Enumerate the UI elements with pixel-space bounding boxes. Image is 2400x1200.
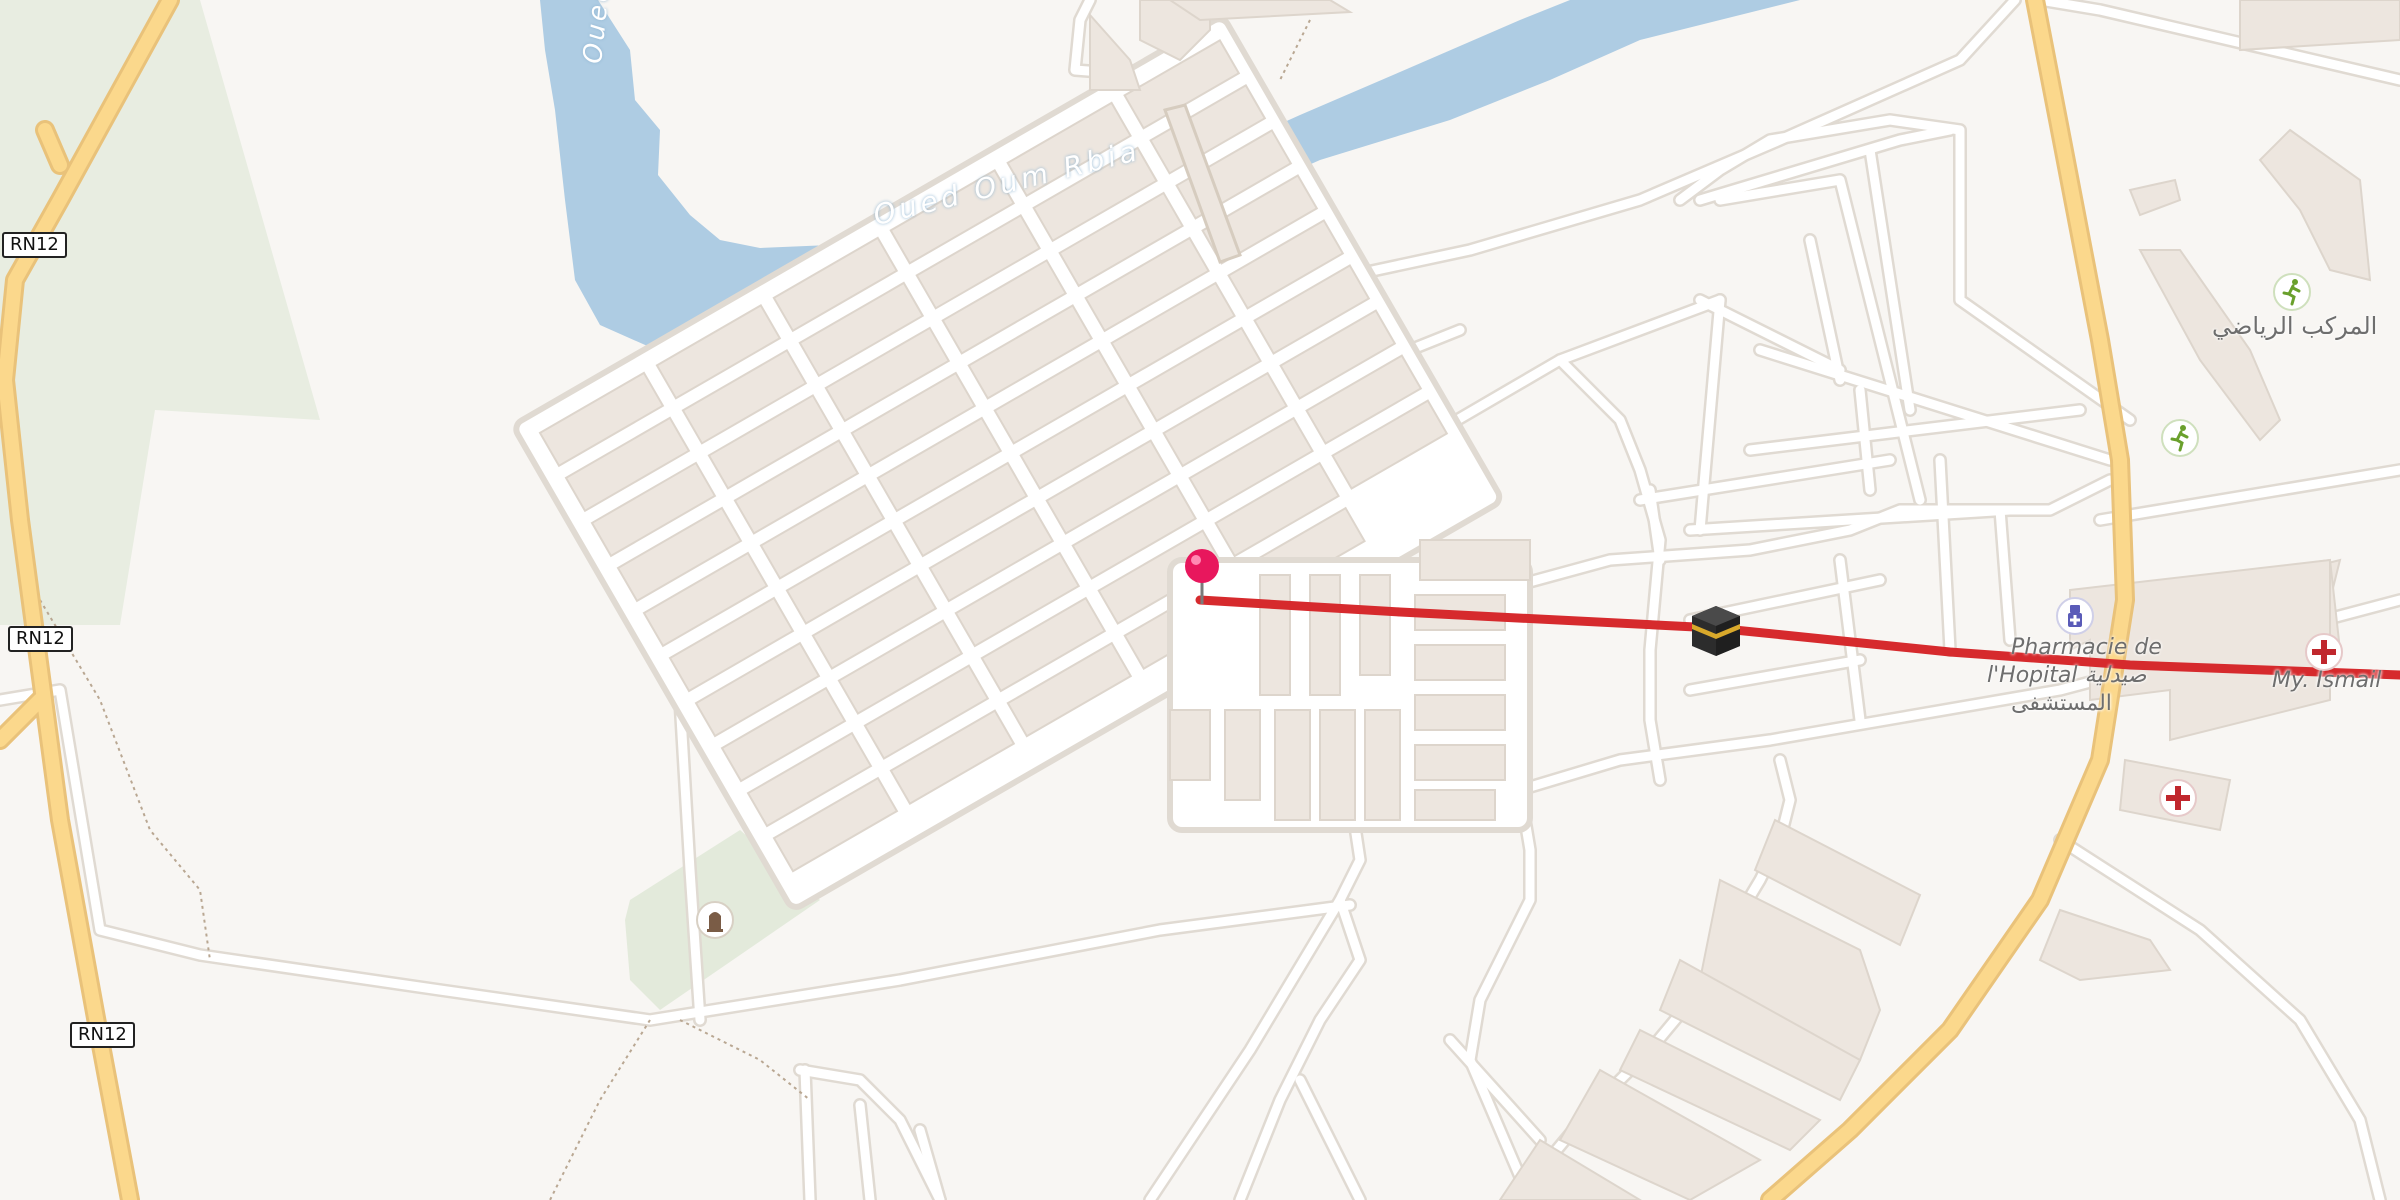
sports-poi[interactable] xyxy=(2272,272,2312,316)
sports-icon xyxy=(2161,419,2199,457)
map-pin[interactable] xyxy=(1180,546,1224,612)
hospital-icon xyxy=(2159,779,2197,817)
sports-poi-2[interactable] xyxy=(2160,418,2200,462)
park-area-west xyxy=(0,0,320,625)
road-shield-rn12: RN12 xyxy=(70,1022,135,1048)
kaaba-poi[interactable] xyxy=(1688,602,1744,662)
map-pin-icon xyxy=(1185,549,1219,604)
kaaba-icon xyxy=(1692,606,1740,656)
cemetery-icon xyxy=(696,901,734,939)
road-shield-rn12: RN12 xyxy=(8,626,73,652)
cemetery-poi[interactable] xyxy=(695,900,735,944)
hospital-poi-2[interactable] xyxy=(2158,778,2198,822)
pharmacy-label-line1: Pharmacie de xyxy=(2011,635,2162,660)
pharmacy-label-line3: المستشفى xyxy=(2011,691,2112,716)
pharmacy-icon xyxy=(2056,597,2094,635)
road-shield-rn12: RN12 xyxy=(2,232,67,258)
hospital-icon xyxy=(2305,633,2343,671)
sports-icon xyxy=(2273,273,2311,311)
map-view[interactable]: RN12 RN12 RN12 Oued Oum Rbia Oued Pharma… xyxy=(0,0,2400,1200)
building-blocks-center xyxy=(1167,539,1533,833)
clinic-label: My. Ismail xyxy=(2272,668,2382,693)
pharmacy-label: Pharmacie de l'Hopital صيدلية المستشفى xyxy=(1987,634,2162,718)
sports-label: المركب الرياضي xyxy=(2212,312,2378,340)
pharmacy-label-line2: l'Hopital صيدلية xyxy=(1987,663,2147,688)
